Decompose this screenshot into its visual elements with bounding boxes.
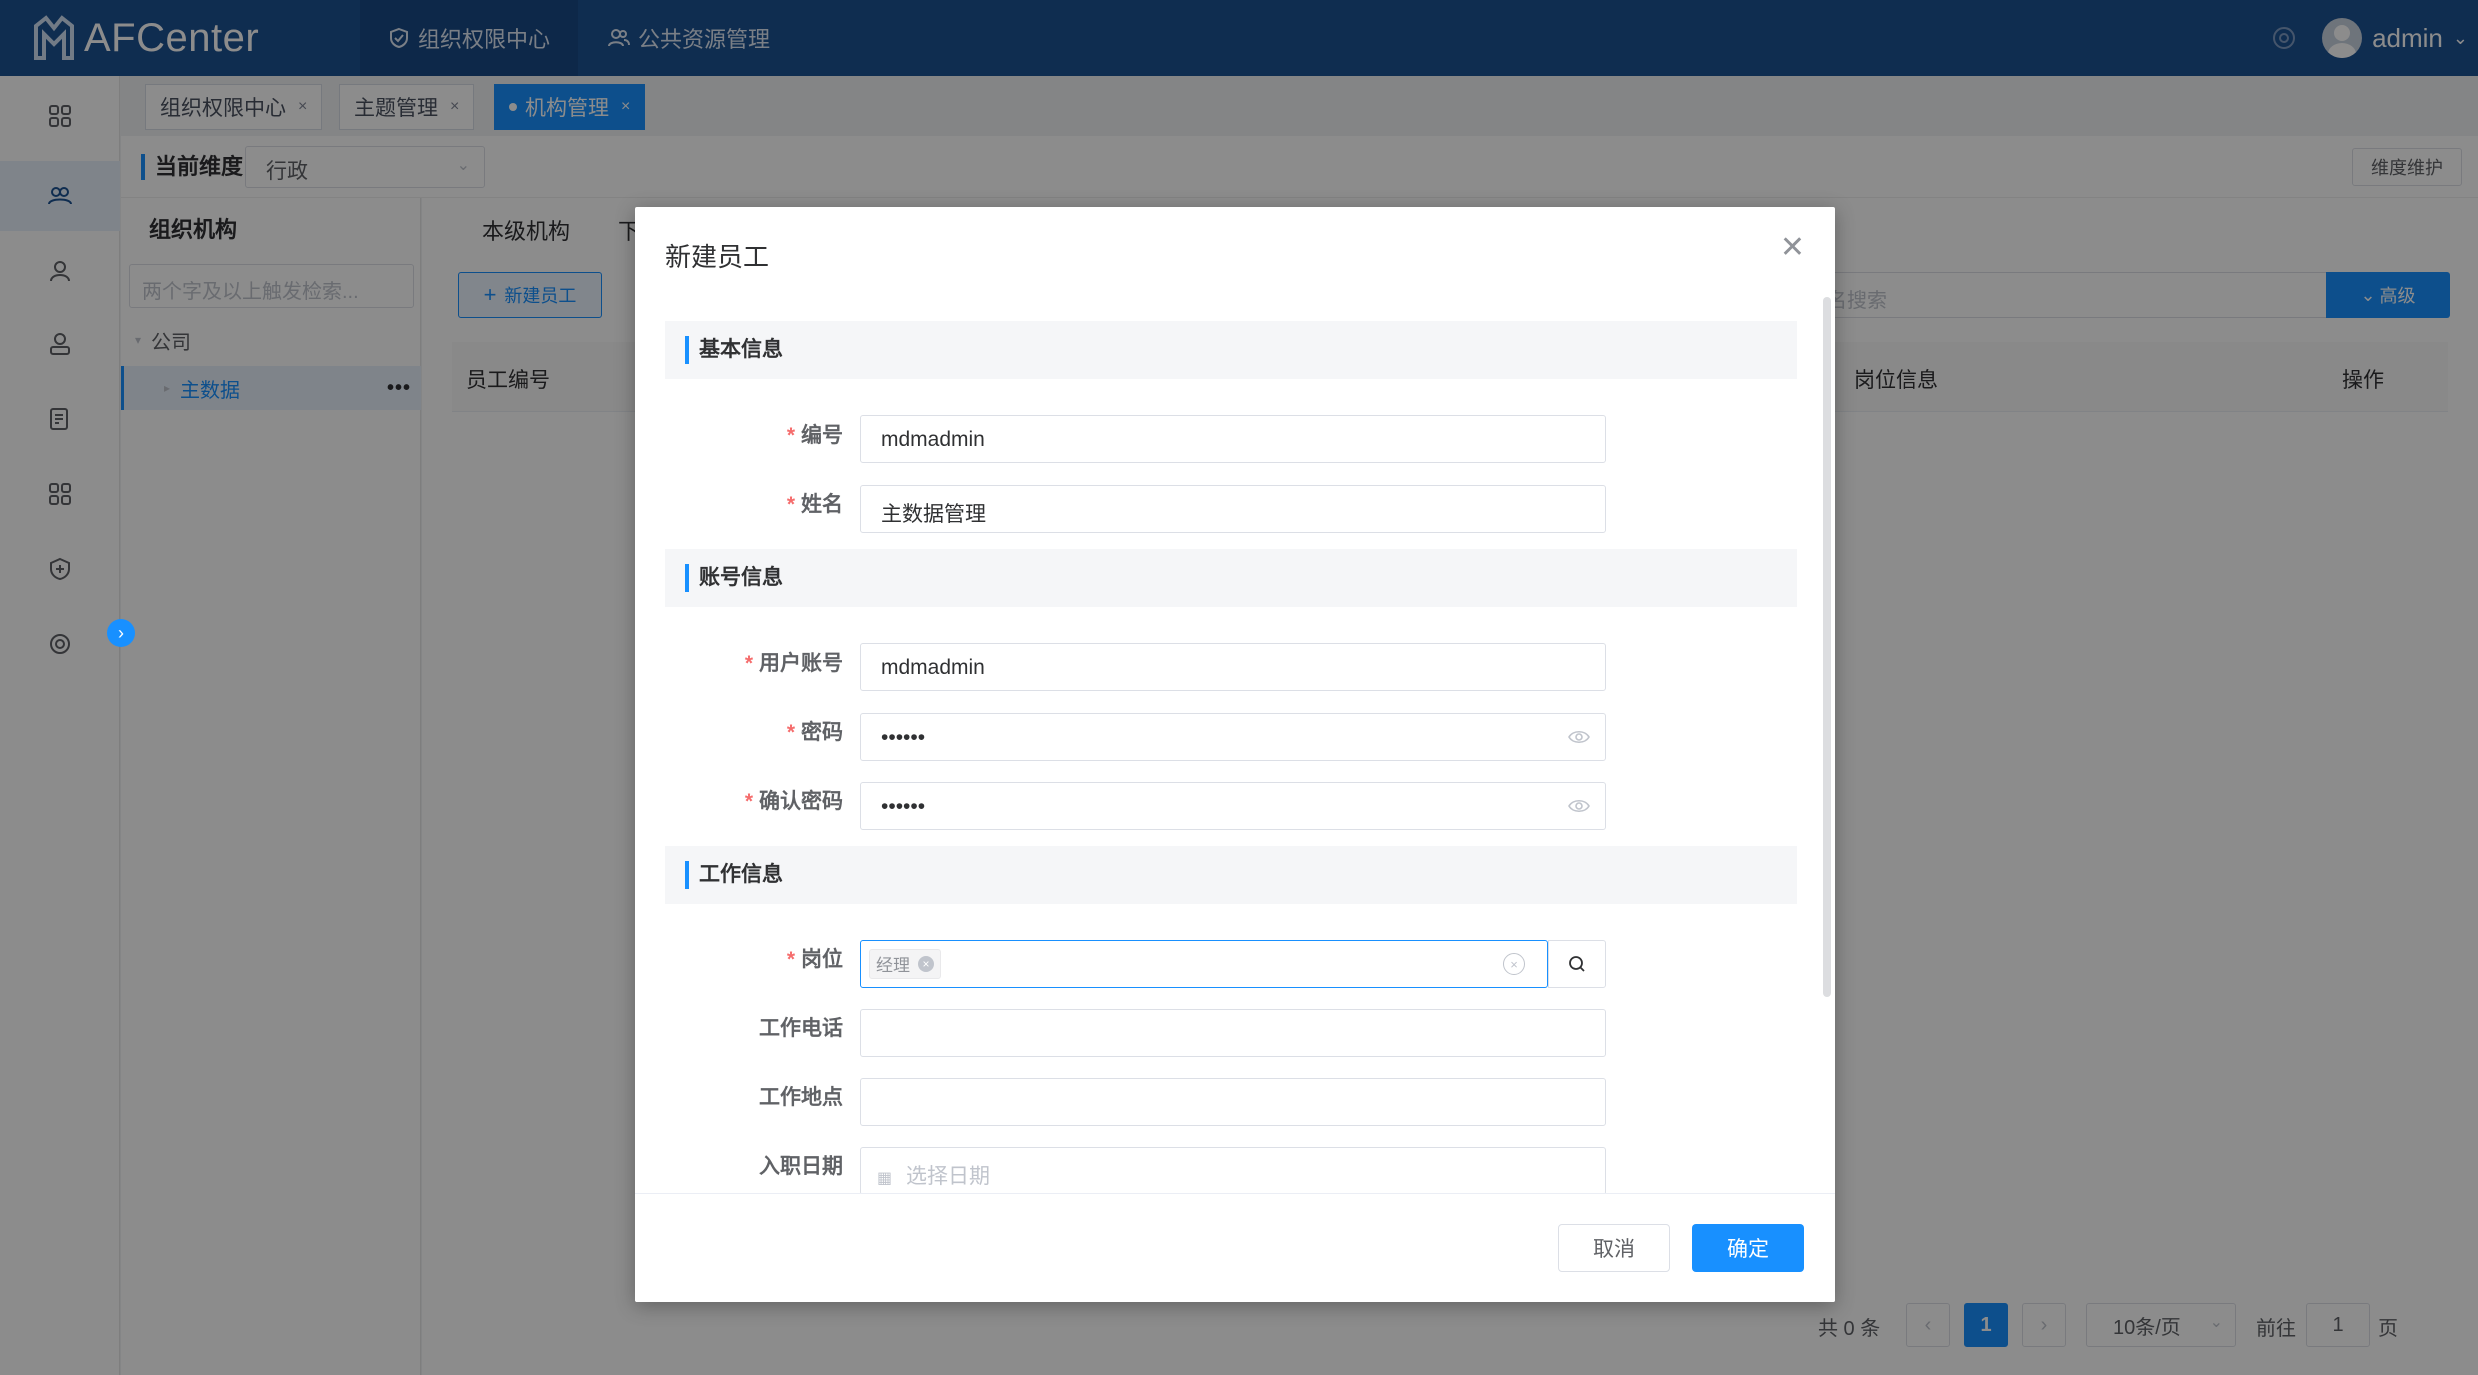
confirm-password-input[interactable]: •••••• [860, 782, 1606, 830]
account-label-text: 用户账号 [759, 652, 843, 675]
dialog-footer: 取消 确定 [635, 1193, 1835, 1302]
sidebar-expand-button[interactable]: › [107, 619, 135, 647]
position-select[interactable]: 经理 × × [860, 940, 1548, 988]
section-basic-info: 基本信息 [665, 321, 1797, 379]
hire-date-placeholder: 选择日期 [905, 1165, 990, 1188]
position-tag: 经理 × [869, 948, 941, 979]
confirm-password-label: * 确认密码 [744, 790, 843, 813]
search-icon [1569, 956, 1585, 972]
hire-date-picker[interactable]: ▦ 选择日期 [860, 1147, 1606, 1195]
position-tag-label: 经理 [876, 956, 910, 975]
calendar-icon: ▦ [877, 1170, 893, 1187]
account-label: * 用户账号 [744, 652, 843, 675]
eye-icon[interactable] [1567, 726, 1591, 748]
password-label: * 密码 [786, 721, 843, 744]
code-label: * 编号 [786, 424, 843, 447]
account-input[interactable]: mdmadmin [860, 643, 1606, 691]
cancel-button[interactable]: 取消 [1558, 1224, 1670, 1272]
section-title: 基本信息 [685, 336, 783, 364]
section-account-info: 账号信息 [665, 549, 1797, 607]
work-phone-input[interactable] [860, 1009, 1606, 1057]
work-location-label: 工作地点 [759, 1086, 843, 1109]
dialog-body: 基本信息 * 编号 mdmadmin * 姓名 主数据管理 账号信息 * 用户账号 m… [635, 295, 1835, 1203]
code-label-text: 编号 [801, 424, 843, 447]
password-value: •••••• [881, 726, 926, 749]
position-label: * 岗位 [786, 948, 843, 971]
new-employee-dialog: 新建员工 ✕ 基本信息 * 编号 mdmadmin * 姓名 主数据管理 账号信息 … [635, 207, 1835, 1302]
password-label-text: 密码 [801, 721, 843, 744]
confirm-password-label-text: 确认密码 [759, 790, 843, 813]
section-work-info: 工作信息 [665, 846, 1797, 904]
chevron-right-icon: › [118, 622, 124, 643]
code-input[interactable]: mdmadmin [860, 415, 1606, 463]
dialog-title: 新建员工 [665, 242, 770, 272]
eye-icon[interactable] [1567, 795, 1591, 817]
name-label: * 姓名 [786, 493, 843, 516]
name-label-text: 姓名 [801, 493, 843, 516]
section-title: 工作信息 [685, 861, 783, 889]
tag-close-icon[interactable]: × [918, 955, 934, 972]
section-title: 账号信息 [685, 564, 783, 592]
work-phone-label: 工作电话 [759, 1017, 843, 1040]
confirm-password-value: •••••• [881, 795, 926, 818]
close-icon[interactable]: ✕ [1780, 233, 1805, 263]
password-input[interactable]: •••••• [860, 713, 1606, 761]
name-input[interactable]: 主数据管理 [860, 485, 1606, 533]
confirm-button[interactable]: 确定 [1692, 1224, 1804, 1272]
hire-date-label: 入职日期 [759, 1155, 843, 1178]
position-lookup-button[interactable] [1548, 940, 1606, 988]
work-location-input[interactable] [860, 1078, 1606, 1126]
dialog-scrollbar[interactable] [1823, 297, 1831, 997]
clear-icon[interactable]: × [1503, 953, 1525, 975]
position-label-text: 岗位 [801, 948, 843, 971]
